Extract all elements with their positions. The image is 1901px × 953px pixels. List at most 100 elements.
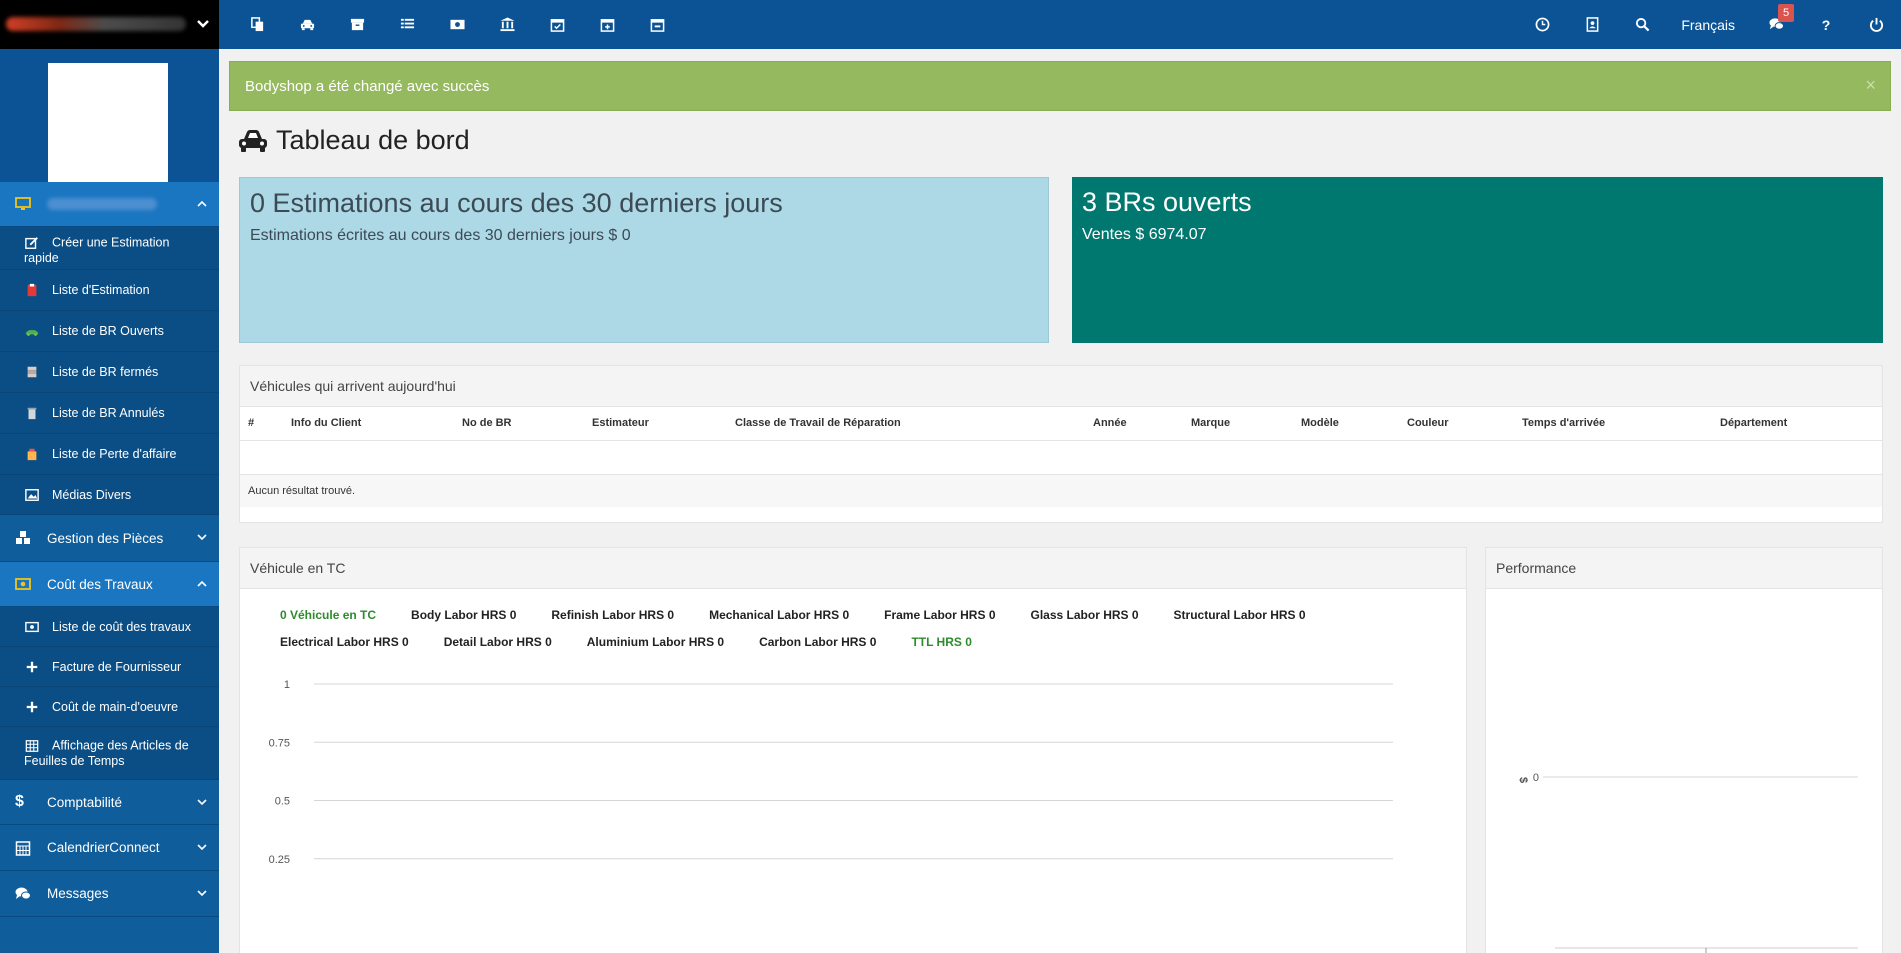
bank-icon[interactable] [482,0,532,49]
success-alert: Bodyshop a été changé avec succès × [229,61,1891,111]
contact-book-icon[interactable] [1567,0,1617,49]
stack-icon [24,364,40,380]
clipboard-icon [24,282,40,298]
column-header[interactable]: Classe de Travail de Réparation [727,407,1085,441]
top-navbar: Français 5 ? [0,0,1901,49]
sidebar-item-label: Médias Divers [52,487,132,502]
car-icon [24,323,40,339]
column-header[interactable]: Modèle [1293,407,1399,441]
sidebar-item-lost-business-list[interactable]: Liste de Perte d'affaire [0,434,219,475]
sidebar-section-bodyshop[interactable] [0,182,219,227]
performance-chart: $00 [1517,772,1858,953]
arrivals-table: # Info du Client No de BR Estimateur Cla… [240,407,1882,507]
performance-panel: Performance $00 [1485,547,1883,953]
calendar-check-icon[interactable] [532,0,582,49]
open-brs-card-title: 3 BRs ouverts [1082,187,1252,217]
estimations-card[interactable]: 0 Estimations au cours des 30 derniers j… [239,177,1049,343]
sidebar-section-label: Gestion des Pièces [47,530,164,546]
table-icon [24,738,40,754]
y-tick-label: 0.25 [269,854,290,866]
sidebar-section-job-cost[interactable]: Coût des Travaux [0,562,219,607]
sidebar-item-closed-br-list[interactable]: Liste de BR fermés [0,352,219,393]
alert-message: Bodyshop a été changé avec succès [245,77,490,95]
sidebar-item-quick-estimate[interactable]: Créer une Estimation rapide [0,227,219,270]
chevron-up-icon [197,580,207,587]
table-row: Aucun résultat trouvé. [240,474,1882,507]
arrivals-panel: Véhicules qui arrivent aujourd'hui # Inf… [239,365,1883,523]
calendar-plus-icon[interactable] [582,0,632,49]
trash-icon [24,405,40,421]
page-title-text: Tableau de bord [276,125,470,155]
y-tick-label: 1 [284,679,290,691]
sidebar-item-timesheet-articles[interactable]: Affichage des Articles de Feuilles de Te… [0,727,219,780]
cubes-icon [15,530,35,546]
column-header[interactable]: No de BR [454,407,584,441]
dollar-icon: $ [15,793,24,810]
column-header[interactable]: Marque [1183,407,1293,441]
y-tick-label: 0.5 [275,796,290,808]
sidebar-item-label: Liste de BR Annulés [52,406,165,420]
arrivals-panel-title: Véhicules qui arrivent aujourd'hui [240,366,1882,407]
job-cost-submenu: Liste de coût des travaux Facture de Fou… [0,607,219,780]
sidebar-section-parts[interactable]: Gestion des Pièces [0,515,219,562]
list-icon[interactable] [382,0,432,49]
sidebar-section-accounting[interactable]: $ Comptabilité [0,780,219,825]
column-header[interactable]: Année [1085,407,1183,441]
vehicles-in-tc-panel: Véhicule en TC 0 Véhicule en TC Body Lab… [239,547,1467,953]
car-icon[interactable] [282,0,332,49]
column-header[interactable]: Département [1712,407,1882,441]
bodyshop-name-redacted [47,198,157,210]
estimations-card-title: 0 Estimations au cours des 30 derniers j… [250,188,783,218]
money-icon[interactable] [432,0,482,49]
messages-count-badge: 5 [1778,4,1794,22]
column-header[interactable]: Couleur [1399,407,1514,441]
bodyshop-selector[interactable] [0,0,219,49]
sidebar-item-misc-media[interactable]: Médias Divers [0,475,219,515]
calendar-icon[interactable] [632,0,682,49]
edit-icon [24,235,40,251]
sidebar-item-cancelled-br-list[interactable]: Liste de BR Annulés [0,393,219,434]
archive-icon[interactable] [332,0,382,49]
sidebar-item-job-cost-list[interactable]: Liste de coût des travaux [0,607,219,647]
image-icon [24,487,40,503]
desktop-icon [15,196,35,212]
column-header[interactable]: Info du Client [283,407,454,441]
alert-close-button[interactable]: × [1865,76,1876,94]
language-selector[interactable]: Français [1667,0,1751,49]
copy-icon[interactable] [232,0,282,49]
tc-chart: 1 0.75 0.5 0.25 [269,679,1393,866]
column-header[interactable]: Estimateur [584,407,727,441]
sidebar-item-estimate-list[interactable]: Liste d'Estimation [0,270,219,311]
messages-button[interactable]: 5 [1751,0,1801,49]
clock-icon[interactable] [1517,0,1567,49]
power-icon[interactable] [1851,0,1901,49]
estimations-card-subtitle: Estimations écrites au cours des 30 dern… [250,227,631,244]
sidebar-item-label: Coût de main-d'oeuvre [52,699,179,714]
main-content: Bodyshop a été changé avec succès × Tabl… [219,49,1901,953]
bodyshop-submenu: Créer une Estimation rapide Liste d'Esti… [0,227,219,515]
sidebar-section-messages[interactable]: Messages [0,871,219,917]
sidebar-item-label: Facture de Fournisseur [52,659,182,674]
help-button[interactable]: ? [1801,0,1851,49]
bag-icon [24,446,40,462]
y-axis-label: $ [1517,777,1529,783]
sidebar-section-calendar[interactable]: CalendrierConnect [0,825,219,871]
sidebar-item-label: Créer une Estimation rapide [24,235,170,265]
sidebar-section-label: CalendrierConnect [47,840,160,855]
sidebar-item-label: Liste de Perte d'affaire [52,447,177,461]
sidebar-item-label: Liste de coût des travaux [52,619,191,634]
open-brs-card[interactable]: 3 BRs ouverts Ventes $ 6974.07 [1072,177,1883,343]
sidebar-item-label: Liste de BR fermés [52,365,159,379]
sidebar-section-label: Coût des Travaux [47,576,153,592]
sidebar-item-open-br-list[interactable]: Liste de BR Ouverts [0,311,219,352]
search-icon[interactable] [1617,0,1667,49]
sidebar-item-label: Liste d'Estimation [52,283,150,297]
calendar-icon [15,840,35,856]
column-header[interactable]: Temps d'arrivée [1514,407,1712,441]
money-icon [15,576,35,592]
sidebar-item-vendor-invoice[interactable]: Facture de Fournisseur [0,647,219,687]
chevron-down-icon [197,890,207,897]
money-icon [24,619,40,635]
sidebar-item-labor-cost[interactable]: Coût de main-d'oeuvre [0,687,219,727]
column-header[interactable]: # [240,407,283,441]
